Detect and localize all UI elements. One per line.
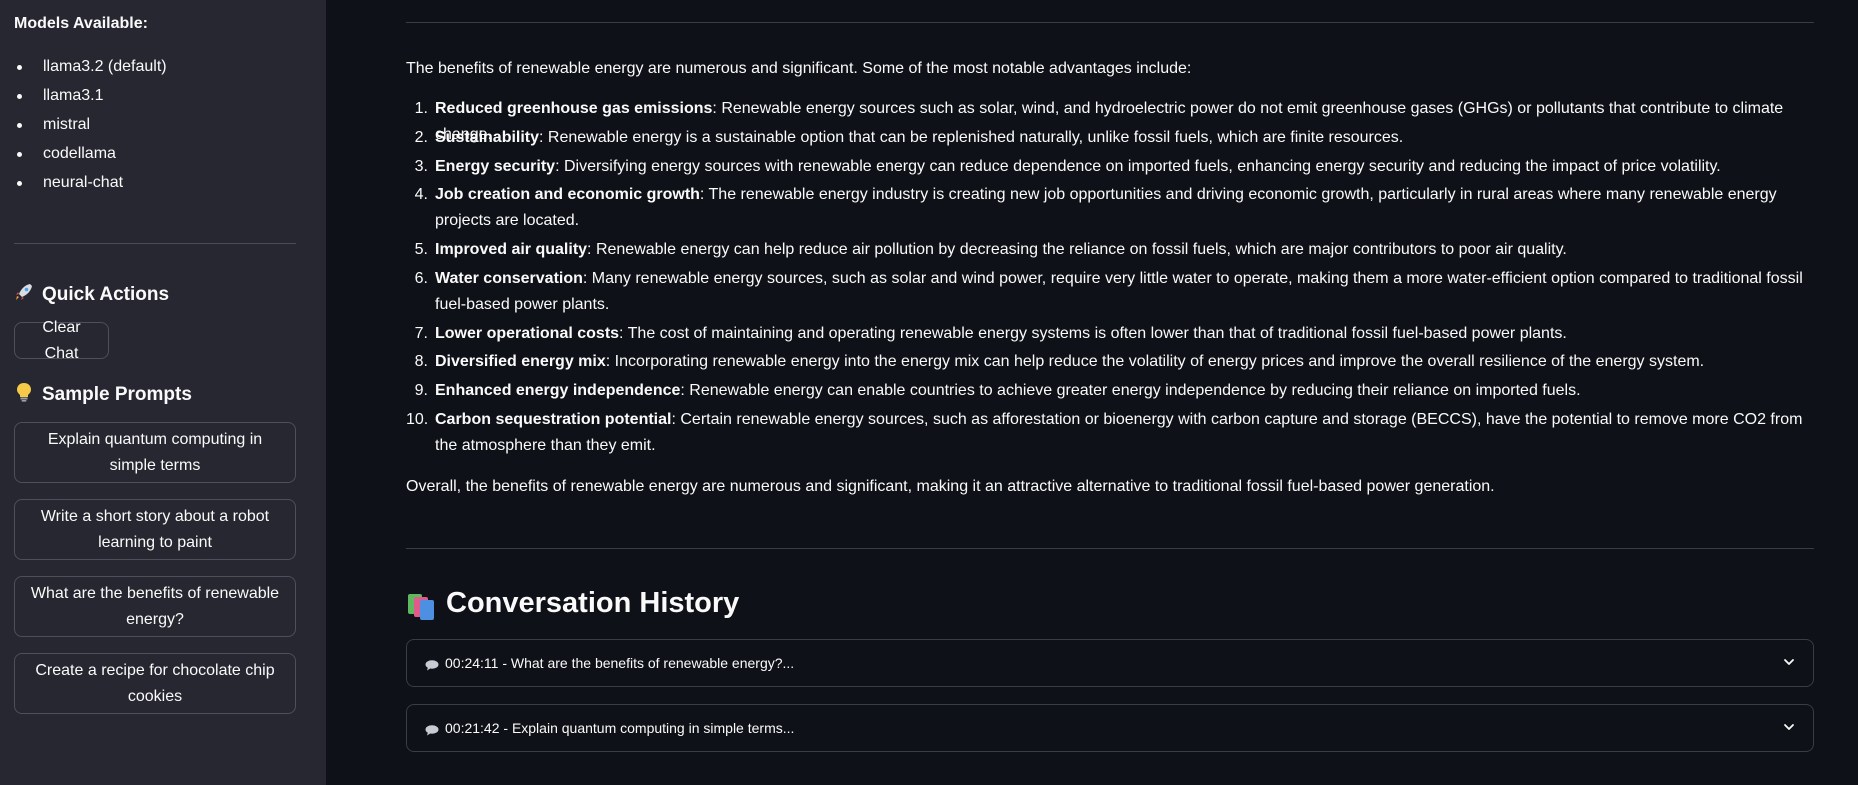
section-divider: [406, 22, 1814, 23]
sample-prompt-button[interactable]: What are the benefits of renewable energ…: [14, 576, 296, 637]
conversation-history-heading: Conversation History: [406, 587, 739, 620]
benefit-title: Diversified energy mix: [435, 353, 606, 370]
benefit-title: Enhanced energy independence: [435, 382, 681, 399]
benefit-number: 10.: [406, 411, 429, 428]
history-item[interactable]: 00:21:42 - Explain quantum computing in …: [406, 704, 1814, 752]
sample-prompts-title: Sample Prompts: [42, 383, 192, 405]
benefit-text: : Renewable energy can help reduce air p…: [587, 241, 1567, 258]
benefit-text: : Diversifying energy sources with renew…: [555, 158, 1721, 175]
benefit-title: Sustainability: [435, 129, 540, 146]
section-divider: [406, 548, 1814, 549]
benefit-title: Carbon sequestration potential: [435, 411, 672, 428]
chevron-down-icon: [1784, 724, 1794, 730]
speech-bubble-icon: [425, 723, 439, 735]
benefit-text: : The cost of maintaining and operating …: [619, 325, 1567, 342]
benefit-number: 5.: [414, 241, 428, 258]
response-intro: The benefits of renewable energy are num…: [406, 60, 1192, 77]
benefit-text: : Renewable energy is a sustainable opti…: [539, 129, 1404, 146]
main-content: The benefits of renewable energy are num…: [326, 0, 1858, 785]
speech-bubble-icon: [425, 658, 439, 670]
conversation-history-title: Conversation History: [446, 587, 740, 619]
rocket-icon: [14, 282, 34, 307]
sidebar-divider: [14, 243, 296, 244]
lightbulb-icon: [14, 382, 34, 407]
models-title: Models Available:: [14, 15, 148, 32]
sample-prompts-heading: Sample Prompts: [14, 382, 192, 407]
books-icon: [406, 590, 436, 620]
history-item[interactable]: 00:24:11 - What are the benefits of rene…: [406, 639, 1814, 687]
benefit-text: : Incorporating renewable energy into th…: [605, 353, 1705, 370]
benefit-number: 1.: [414, 100, 428, 117]
benefit-text: : Many renewable energy sources, such as…: [435, 270, 1803, 313]
model-item: llama3.2 (default): [14, 52, 167, 81]
benefit-title: Lower operational costs: [435, 325, 620, 342]
benefit-text: : Renewable energy can enable countries …: [680, 382, 1581, 399]
benefit-title: Reduced greenhouse gas emissions: [435, 100, 713, 117]
clear-chat-button[interactable]: Clear Chat: [14, 319, 109, 362]
benefit-title: Job creation and economic growth: [435, 186, 700, 203]
benefit-number: 4.: [414, 186, 428, 203]
chevron-down-icon: [1784, 659, 1794, 665]
benefit-number: 3.: [414, 158, 428, 175]
models-list: llama3.2 (default) llama3.1 mistral code…: [14, 52, 167, 197]
benefit-title: Energy security: [435, 158, 556, 175]
sidebar: Models Available: llama3.2 (default) lla…: [0, 0, 326, 785]
quick-actions-heading: Quick Actions: [14, 282, 169, 307]
model-item: llama3.1: [14, 81, 167, 110]
benefit-number: 2.: [414, 129, 428, 146]
sample-prompt-button[interactable]: Explain quantum computing in simple term…: [14, 422, 296, 483]
model-item: mistral: [14, 110, 167, 139]
history-item-label: 00:24:11 - What are the benefits of rene…: [445, 655, 795, 671]
model-item: neural-chat: [14, 168, 167, 197]
response-conclusion: Overall, the benefits of renewable energ…: [406, 478, 1495, 495]
benefit-title: Improved air quality: [435, 241, 588, 258]
benefit-number: 9.: [414, 382, 428, 399]
history-item-label: 00:21:42 - Explain quantum computing in …: [445, 720, 795, 736]
benefit-title: Water conservation: [435, 270, 583, 287]
sample-prompt-button[interactable]: Create a recipe for chocolate chip cooki…: [14, 653, 296, 714]
benefit-number: 8.: [414, 353, 428, 370]
benefit-number: 6.: [414, 270, 428, 287]
model-item: codellama: [14, 139, 167, 168]
sample-prompt-button[interactable]: Write a short story about a robot learni…: [14, 499, 296, 560]
quick-actions-title: Quick Actions: [42, 283, 170, 305]
benefit-number: 7.: [414, 325, 428, 342]
